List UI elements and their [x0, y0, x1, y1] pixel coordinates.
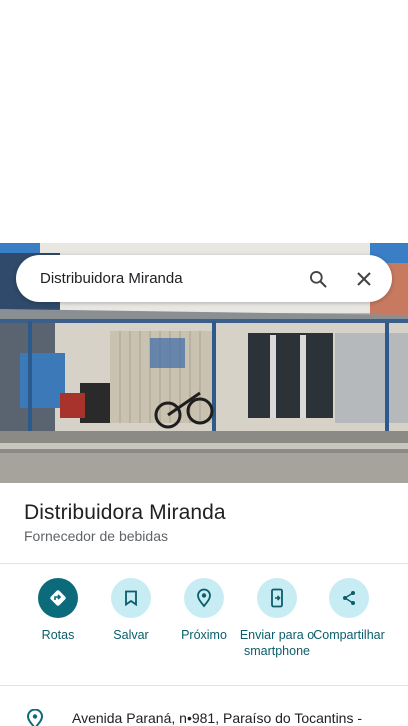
share-button[interactable]: Compartilhar: [309, 578, 389, 643]
address-row[interactable]: Avenida Paraná, n•981, Paraíso do Tocant…: [0, 700, 408, 726]
action-bar: Rotas Salvar Próximo Enviar para o smart…: [0, 578, 408, 678]
search-bar[interactable]: Distribuidora Miranda: [16, 255, 392, 302]
save-label: Salvar: [113, 628, 149, 642]
search-icon[interactable]: [306, 267, 330, 291]
nearby-icon: [184, 578, 224, 618]
directions-button[interactable]: Rotas: [18, 578, 98, 643]
bookmark-icon: [111, 578, 151, 618]
place-name: Distribuidora Miranda: [24, 501, 226, 524]
share-label: Compartilhar: [313, 628, 385, 642]
save-button[interactable]: Salvar: [91, 578, 171, 643]
address-text: Avenida Paraná, n•981, Paraíso do Tocant…: [72, 710, 363, 726]
close-icon[interactable]: [352, 267, 376, 291]
directions-icon: [38, 578, 78, 618]
directions-label: Rotas: [41, 628, 75, 642]
share-icon: [329, 578, 369, 618]
send-to-phone-icon: [257, 578, 297, 618]
location-pin-icon: [26, 708, 44, 726]
nearby-label: Próximo: [181, 628, 227, 642]
search-query[interactable]: Distribuidora Miranda: [40, 270, 306, 287]
divider: [0, 563, 408, 564]
place-details-page: Distribuidora Miranda Distribuidora Mira…: [0, 0, 408, 726]
send-to-phone-button[interactable]: Enviar para o smartphone: [237, 578, 317, 659]
place-category: Fornecedor de bebidas: [24, 528, 168, 544]
divider: [0, 685, 408, 686]
